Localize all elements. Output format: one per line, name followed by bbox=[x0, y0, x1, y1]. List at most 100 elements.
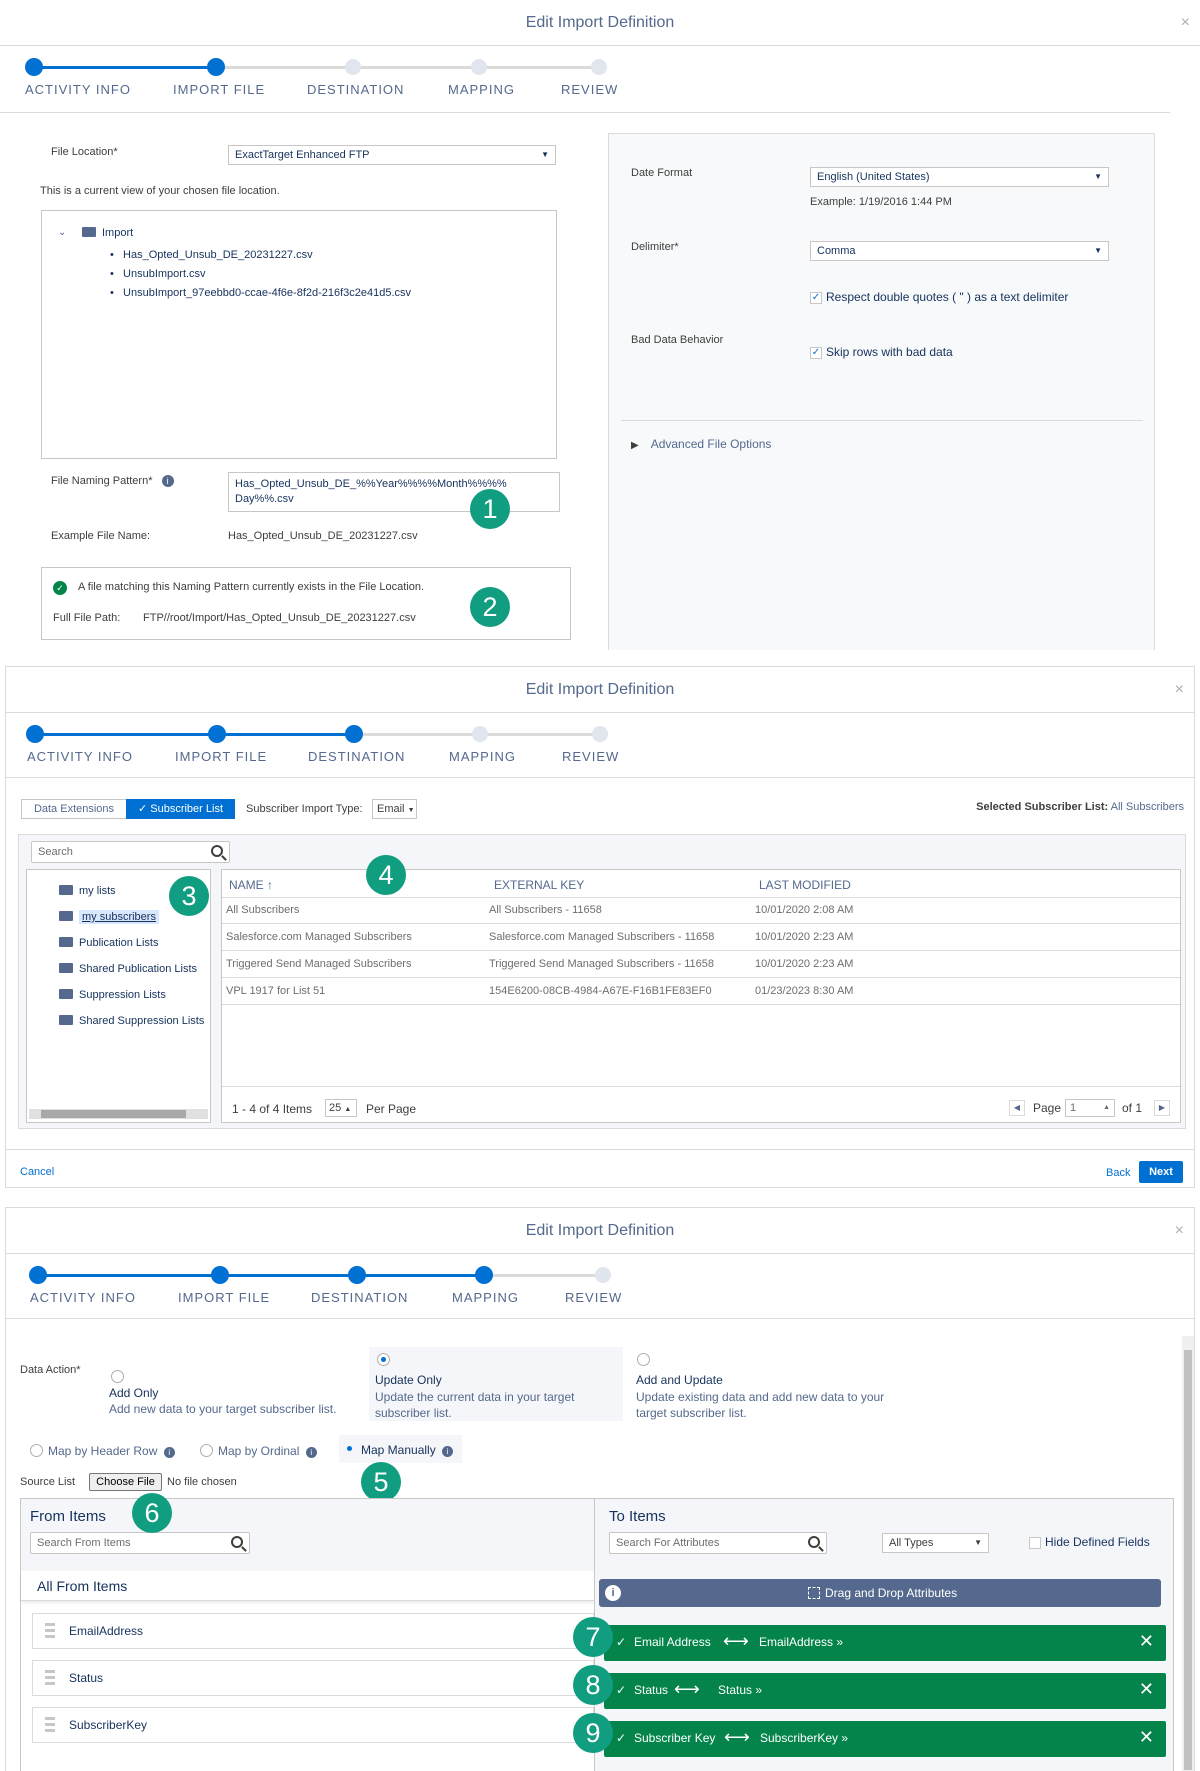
all-from-items[interactable]: All From Items bbox=[21, 1571, 599, 1601]
from-item-status[interactable]: Status bbox=[32, 1660, 594, 1696]
step-dot-review[interactable] bbox=[591, 59, 607, 75]
step-dot-destination[interactable] bbox=[348, 1266, 366, 1284]
horizontal-scrollbar[interactable] bbox=[29, 1109, 208, 1119]
remove-icon[interactable]: ✕ bbox=[1139, 1679, 1154, 1700]
step-mapping[interactable]: MAPPING bbox=[448, 82, 515, 97]
info-icon[interactable]: i bbox=[442, 1446, 454, 1457]
step-dot-activity-info[interactable] bbox=[29, 1266, 47, 1284]
table-row[interactable]: VPL 1917 for List 51 154E6200-08CB-4984-… bbox=[222, 979, 1182, 1005]
tree-my-lists[interactable]: my lists bbox=[59, 885, 116, 897]
back-link[interactable]: Back bbox=[1106, 1167, 1130, 1179]
choose-file-button[interactable]: Choose File bbox=[89, 1473, 162, 1491]
step-dot-import-file[interactable] bbox=[211, 1266, 229, 1284]
col-external-key[interactable]: EXTERNAL KEY bbox=[494, 878, 584, 892]
step-dot-mapping[interactable] bbox=[475, 1266, 493, 1284]
scroll-thumb[interactable] bbox=[1184, 1350, 1192, 1770]
step-import-file[interactable]: IMPORT FILE bbox=[175, 749, 267, 764]
advanced-file-options[interactable]: ▶ Advanced File Options bbox=[631, 437, 771, 451]
naming-pattern-input[interactable]: Has_Opted_Unsub_DE_%%Year%%%%Month%%%% D… bbox=[228, 472, 560, 512]
add-only-radio[interactable] bbox=[111, 1370, 124, 1383]
step-dot-mapping[interactable] bbox=[471, 59, 487, 75]
info-icon[interactable]: i bbox=[305, 1447, 317, 1458]
step-review[interactable]: REVIEW bbox=[562, 749, 619, 764]
per-page-select[interactable]: 25 ▲ bbox=[325, 1099, 357, 1117]
map-manual-option[interactable]: Map Manually i bbox=[339, 1435, 462, 1463]
date-format-select[interactable]: English (United States) ▼ bbox=[810, 167, 1109, 187]
info-icon[interactable]: i bbox=[163, 1447, 175, 1458]
info-icon[interactable]: i bbox=[161, 475, 174, 487]
map-header-label[interactable]: Map by Header Row i bbox=[48, 1444, 175, 1458]
scroll-thumb[interactable] bbox=[41, 1110, 186, 1118]
map-ordinal-label[interactable]: Map by Ordinal i bbox=[218, 1444, 317, 1458]
mapping-row-subscriber-key[interactable]: ✓ Subscriber Key ⟷ SubscriberKey » ✕ bbox=[604, 1721, 1166, 1757]
drag-handle-icon[interactable] bbox=[45, 1717, 55, 1735]
table-row[interactable]: Salesforce.com Managed Subscribers Sales… bbox=[222, 925, 1182, 951]
search-icon[interactable] bbox=[211, 845, 223, 857]
hide-defined-option[interactable]: Hide Defined Fields bbox=[1029, 1535, 1150, 1549]
step-destination[interactable]: DESTINATION bbox=[311, 1290, 408, 1305]
tree-shared-suppression-lists[interactable]: Shared Suppression Lists bbox=[59, 1015, 204, 1027]
mapping-row-status[interactable]: ✓ Status ⟷ Status » ✕ bbox=[604, 1673, 1166, 1709]
import-type-select[interactable]: Email ▼ bbox=[372, 799, 417, 819]
checkbox-checked-icon[interactable]: ✓ bbox=[810, 291, 822, 304]
table-row[interactable]: Triggered Send Managed Subscribers Trigg… bbox=[222, 952, 1182, 978]
file-location-select[interactable]: ExactTarget Enhanced FTP ▼ bbox=[228, 145, 556, 165]
step-destination[interactable]: DESTINATION bbox=[307, 82, 404, 97]
tree-suppression-lists[interactable]: Suppression Lists bbox=[59, 989, 166, 1001]
from-item-subscriberkey[interactable]: SubscriberKey bbox=[32, 1707, 594, 1743]
remove-icon[interactable]: ✕ bbox=[1139, 1727, 1154, 1748]
col-last-modified[interactable]: LAST MODIFIED bbox=[759, 878, 851, 892]
table-row[interactable]: All Subscribers All Subscribers - 11658 … bbox=[222, 898, 1182, 924]
from-item-emailaddress[interactable]: EmailAddress bbox=[32, 1613, 594, 1649]
step-dot-activity-info[interactable] bbox=[25, 58, 43, 76]
update-only-option[interactable]: Update Only Update the current data in y… bbox=[369, 1347, 623, 1421]
search-input[interactable]: Search bbox=[31, 841, 230, 863]
tab-data-extensions[interactable]: Data Extensions bbox=[21, 799, 127, 819]
step-mapping[interactable]: MAPPING bbox=[452, 1290, 519, 1305]
file-item[interactable]: • UnsubImport.csv bbox=[110, 268, 206, 280]
delimiter-select[interactable]: Comma ▼ bbox=[810, 241, 1109, 261]
mapping-row-email[interactable]: ✓ Email Address ⟷ EmailAddress » ✕ bbox=[604, 1625, 1166, 1661]
col-name[interactable]: NAME ↑ bbox=[229, 878, 273, 892]
search-icon[interactable] bbox=[231, 1536, 243, 1548]
prev-page-icon[interactable]: ◀ bbox=[1009, 1100, 1025, 1116]
step-dot-mapping[interactable] bbox=[472, 726, 488, 742]
map-ordinal-radio[interactable] bbox=[200, 1444, 213, 1457]
step-dot-activity-info[interactable] bbox=[26, 725, 44, 743]
step-dot-destination[interactable] bbox=[345, 725, 363, 743]
types-select[interactable]: All Types ▼ bbox=[882, 1533, 989, 1553]
chevron-down-icon[interactable]: ⌄ bbox=[58, 227, 66, 238]
step-dot-import-file[interactable] bbox=[208, 725, 226, 743]
step-destination[interactable]: DESTINATION bbox=[308, 749, 405, 764]
step-review[interactable]: REVIEW bbox=[565, 1290, 622, 1305]
step-dot-import-file[interactable] bbox=[207, 58, 225, 76]
step-dot-review[interactable] bbox=[592, 726, 608, 742]
step-activity-info[interactable]: ACTIVITY INFO bbox=[25, 82, 131, 97]
stepper-icon[interactable]: ▲ bbox=[1103, 1100, 1110, 1116]
folder-import[interactable]: Import bbox=[82, 227, 133, 239]
file-item[interactable]: • UnsubImport_97eebbd0-ccae-4f6e-8f2d-21… bbox=[110, 287, 411, 299]
vertical-scrollbar[interactable] bbox=[1182, 1336, 1194, 1771]
tree-shared-publication-lists[interactable]: Shared Publication Lists bbox=[59, 963, 197, 975]
close-icon[interactable]: × bbox=[1175, 667, 1184, 713]
close-icon[interactable]: × bbox=[1181, 0, 1190, 46]
cancel-link[interactable]: Cancel bbox=[20, 1166, 54, 1178]
respect-quotes-option[interactable]: ✓ Respect double quotes ( " ) as a text d… bbox=[810, 290, 1068, 304]
search-icon[interactable] bbox=[808, 1536, 820, 1548]
step-activity-info[interactable]: ACTIVITY INFO bbox=[30, 1290, 136, 1305]
drag-handle-icon[interactable] bbox=[45, 1623, 55, 1641]
tab-subscriber-list[interactable]: ✓ Subscriber List bbox=[126, 799, 235, 819]
step-import-file[interactable]: IMPORT FILE bbox=[178, 1290, 270, 1305]
tree-my-subscribers[interactable]: my subscribers bbox=[59, 910, 159, 924]
close-icon[interactable]: × bbox=[1175, 1208, 1184, 1254]
step-review[interactable]: REVIEW bbox=[561, 82, 618, 97]
step-dot-destination[interactable] bbox=[345, 59, 361, 75]
to-search-input[interactable]: Search For Attributes bbox=[609, 1532, 827, 1554]
add-update-radio[interactable] bbox=[637, 1353, 650, 1366]
map-manual-radio[interactable] bbox=[344, 1443, 357, 1456]
skip-rows-option[interactable]: ✓ Skip rows with bad data bbox=[810, 345, 953, 359]
page-input[interactable]: 1 ▲ bbox=[1065, 1099, 1115, 1117]
step-dot-review[interactable] bbox=[595, 1267, 611, 1283]
drag-handle-icon[interactable] bbox=[45, 1670, 55, 1688]
map-header-radio[interactable] bbox=[30, 1444, 43, 1457]
